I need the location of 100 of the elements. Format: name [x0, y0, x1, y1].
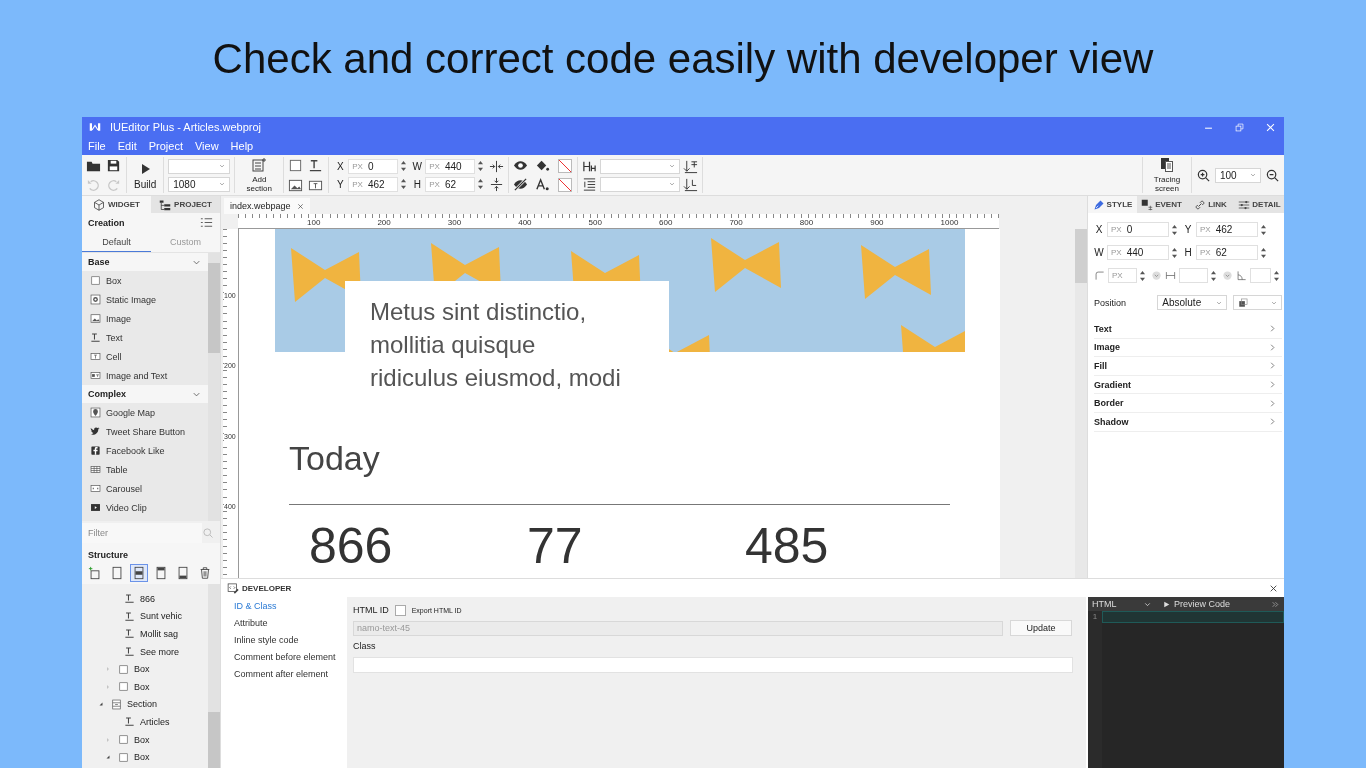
split-vertical-icon[interactable]	[489, 176, 505, 192]
update-button[interactable]: Update	[1010, 620, 1072, 636]
save-icon[interactable]	[106, 157, 121, 173]
number-field[interactable]: PX 0	[348, 158, 399, 174]
tree-item[interactable]: Box	[118, 663, 150, 675]
zoom-in-icon[interactable]	[1196, 167, 1211, 183]
list-icon[interactable]	[199, 215, 214, 230]
panel-tab[interactable]: PROJECT	[151, 196, 220, 213]
widget-item[interactable]: Image and Text	[82, 366, 208, 385]
panel-tab[interactable]: LINK	[1186, 196, 1235, 213]
number-field[interactable]: PX 62	[425, 176, 476, 192]
no-color-swatch-icon[interactable]	[557, 157, 574, 174]
property-section[interactable]: Image	[1094, 338, 1282, 358]
eye-icon[interactable]	[513, 158, 529, 173]
add-section-button[interactable]: Add section	[239, 157, 280, 193]
nav-item[interactable]: Inline style code	[234, 635, 347, 652]
number-field[interactable]	[1178, 268, 1208, 283]
nav-item[interactable]: ID & Class	[234, 601, 347, 618]
property-section[interactable]: Fill	[1094, 357, 1282, 376]
nav-item[interactable]: Attribute	[234, 618, 347, 635]
group-header[interactable]: Base	[82, 253, 208, 271]
widget-item[interactable]: Image	[82, 309, 208, 328]
widget-item[interactable]: Cell	[82, 347, 208, 366]
spinner-icon[interactable]	[478, 178, 484, 190]
dropdown[interactable]	[1232, 295, 1282, 310]
spinner-icon[interactable]	[478, 160, 484, 172]
property-section[interactable]: Gradient	[1094, 375, 1282, 395]
image-icon[interactable]	[288, 177, 304, 193]
arrow-down-icon[interactable]	[683, 158, 699, 174]
property-section[interactable]: Shadow	[1094, 412, 1282, 432]
property-section[interactable]: Border	[1094, 394, 1282, 413]
arrow-down-icon[interactable]	[683, 176, 699, 192]
close-icon[interactable]	[296, 202, 304, 210]
tree-item[interactable]: Articles	[124, 716, 170, 728]
number-field[interactable]: PX 440	[1107, 245, 1169, 260]
spinner-icon[interactable]	[1261, 246, 1266, 259]
group-header[interactable]: Complex	[82, 385, 208, 403]
spinner-icon[interactable]	[1139, 269, 1145, 282]
build-button[interactable]: Build	[131, 160, 160, 190]
dropdown[interactable]: 100	[1215, 167, 1261, 183]
dropdown[interactable]: 1080	[168, 176, 231, 192]
widget-item[interactable]: Facebook Like	[82, 441, 208, 460]
menu-item[interactable]: File	[88, 140, 106, 152]
tree-item[interactable]: Box	[118, 734, 150, 746]
widget-item[interactable]: Tweet Share Button	[82, 422, 208, 441]
scrollbar[interactable]	[208, 253, 220, 521]
menu-item[interactable]: Project	[148, 140, 183, 152]
dropdown[interactable]: Absolute	[1157, 295, 1227, 310]
menu-item[interactable]: View	[194, 140, 219, 152]
square-icon[interactable]	[288, 157, 304, 173]
number-field[interactable]: PX 62	[1196, 245, 1258, 260]
panel-tab[interactable]: DETAIL	[1235, 196, 1284, 213]
no-color-swatch-icon[interactable]	[557, 176, 574, 193]
spinner-icon[interactable]	[1210, 269, 1216, 282]
widget-item[interactable]: Google Map	[82, 403, 208, 422]
split-horizontal-icon[interactable]	[489, 158, 505, 174]
number-field[interactable]: PX 462	[348, 176, 399, 192]
tree-item[interactable]: 866	[124, 593, 156, 605]
number-field[interactable]: PX 0	[1107, 222, 1169, 237]
widget-item[interactable]: Text	[82, 328, 208, 347]
property-section[interactable]: Text	[1094, 320, 1282, 339]
widget-item[interactable]: Carousel	[82, 479, 208, 498]
number-field[interactable]: PX 440	[425, 158, 476, 174]
text-color-icon[interactable]	[535, 177, 551, 192]
section-layout-icon[interactable]	[130, 564, 148, 582]
scrollbar[interactable]	[208, 584, 220, 768]
tree-item[interactable]: Sunt vehic	[124, 610, 183, 622]
restore-icon[interactable]	[1234, 121, 1245, 133]
panel-tab[interactable]: EVENT	[1137, 196, 1186, 213]
tree-item[interactable]: Mollit sag	[124, 628, 178, 640]
widget-item[interactable]: Static Image	[82, 290, 208, 309]
tree-item[interactable]: Section	[111, 698, 158, 710]
number-field[interactable]	[1249, 268, 1271, 283]
tree-item[interactable]: Box	[118, 751, 150, 763]
menu-item[interactable]: Edit	[117, 140, 137, 152]
spinner-icon[interactable]	[401, 178, 407, 190]
text-tool-icon[interactable]	[308, 157, 324, 173]
paint-bucket-icon[interactable]	[535, 158, 551, 173]
eye-off-icon[interactable]	[513, 177, 529, 192]
spinner-icon[interactable]	[1172, 223, 1177, 236]
code-editor[interactable]: HTML Preview Code 1	[1088, 597, 1284, 768]
spinner-icon[interactable]	[1172, 246, 1177, 259]
scrollbar[interactable]	[1075, 229, 1087, 578]
nav-item[interactable]: Comment after element	[234, 669, 347, 686]
class-field[interactable]	[353, 657, 1073, 673]
spinner-icon[interactable]	[401, 160, 407, 172]
zoom-out-icon[interactable]	[1265, 167, 1280, 183]
widget-item[interactable]: Table	[82, 460, 208, 479]
line-spacing-icon[interactable]	[582, 176, 598, 192]
close-icon[interactable]	[1269, 583, 1278, 593]
language-dropdown[interactable]: HTML	[1092, 599, 1152, 609]
number-field[interactable]: PX 462	[1196, 222, 1258, 237]
close-icon[interactable]	[1265, 121, 1276, 133]
document-tab[interactable]: index.webpage	[224, 198, 310, 214]
filter-field[interactable]: Filter	[82, 523, 202, 543]
tree-item[interactable]: See more	[124, 646, 180, 658]
menu-item[interactable]: Help	[230, 140, 254, 152]
panel-tab[interactable]: STYLE	[1088, 196, 1137, 213]
preview-code-button[interactable]: Preview Code	[1162, 599, 1231, 609]
tree-item[interactable]: Box	[118, 681, 150, 693]
